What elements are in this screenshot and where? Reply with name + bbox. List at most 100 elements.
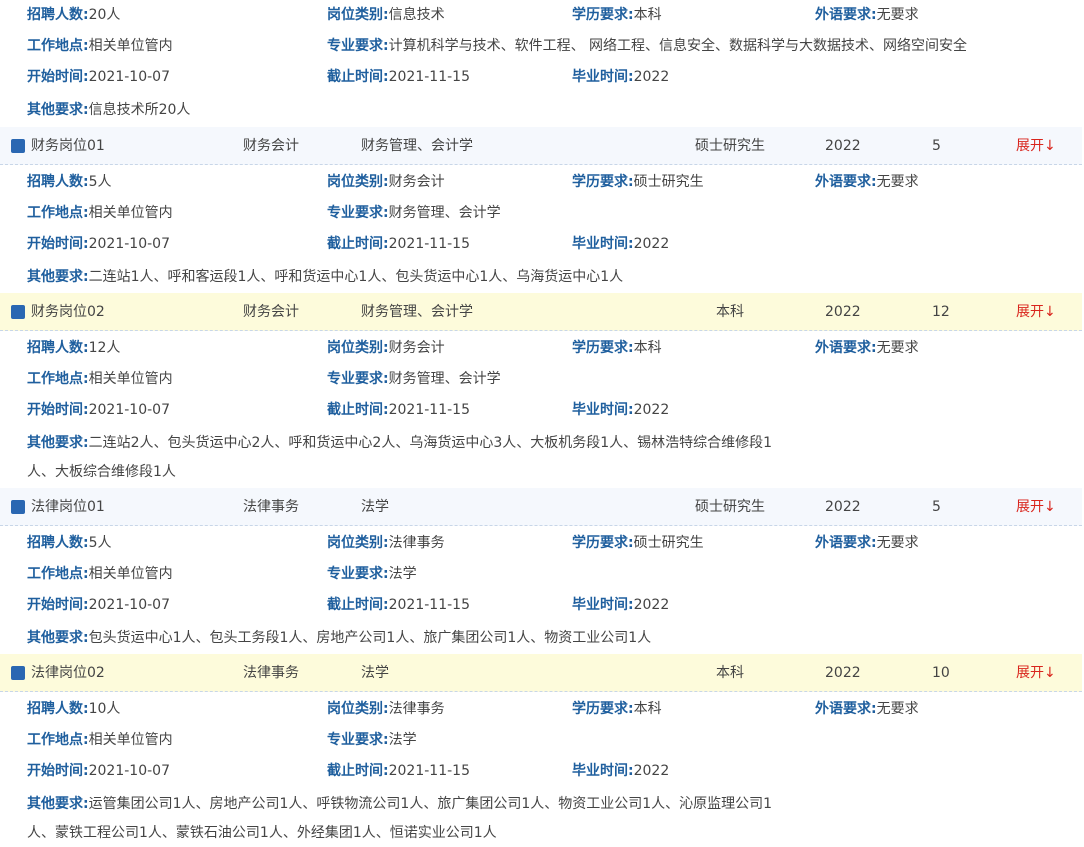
detail-field-other-continued: 人、大板综合维修段1人 <box>27 464 176 480</box>
field-label: 专业要求: <box>327 371 389 387</box>
field-value: 财务会计 <box>388 340 445 356</box>
field-value: 硕士研究生 <box>633 535 704 551</box>
expand-toggle-button[interactable]: 展开↓ <box>1016 136 1056 156</box>
detail-field-start: 开始时间:2021-10-07 <box>27 761 170 781</box>
position-year: 2022 <box>825 665 861 681</box>
position-education: 本科 <box>716 665 744 681</box>
field-value: 无要求 <box>876 174 919 190</box>
field-label: 专业要求: <box>327 566 389 582</box>
position-count: 12 <box>932 304 950 320</box>
field-label: 学历要求: <box>572 174 634 190</box>
expand-toggle-button[interactable]: 展开↓ <box>1016 663 1056 683</box>
position-name: 法律岗位01 <box>31 499 105 515</box>
detail-field-major: 专业要求:法学 <box>327 730 417 750</box>
field-value: 信息技术所20人 <box>88 102 191 118</box>
field-value: 本科 <box>633 701 662 717</box>
field-label: 开始时间: <box>27 69 89 85</box>
field-value: 法律事务 <box>388 701 445 717</box>
position-category: 财务会计 <box>243 138 299 154</box>
field-value: 2021-10-07 <box>88 236 170 252</box>
field-value: 本科 <box>633 7 662 23</box>
detail-field-category: 岗位类别:法律事务 <box>327 533 445 553</box>
field-value: 二连站2人、包头货运中心2人、呼和货运中心2人、乌海货运中心3人、大板机务段1人… <box>88 435 773 451</box>
detail-field-graduation: 毕业时间:2022 <box>572 400 669 420</box>
field-value: 5人 <box>88 535 112 551</box>
detail-field-education: 学历要求:硕士研究生 <box>572 172 704 192</box>
detail-field-location: 工作地点:相关单位管内 <box>27 564 173 584</box>
field-label: 毕业时间: <box>572 402 634 418</box>
field-label: 岗位类别: <box>327 174 389 190</box>
detail-field-end: 截止时间:2021-11-15 <box>327 595 470 615</box>
field-label: 专业要求: <box>327 38 389 54</box>
field-value: 2022 <box>633 69 670 85</box>
detail-field-language: 外语要求:无要求 <box>815 172 919 192</box>
field-value: 2022 <box>633 236 670 252</box>
field-value: 无要求 <box>876 7 919 23</box>
field-value: 相关单位管内 <box>88 205 173 221</box>
expand-toggle-button[interactable]: 展开↓ <box>1016 497 1056 517</box>
detail-field-location: 工作地点:相关单位管内 <box>27 36 173 56</box>
field-label: 招聘人数: <box>27 535 89 551</box>
field-value: 2021-10-07 <box>88 69 170 85</box>
detail-field-major: 专业要求:计算机科学与技术、软件工程、 网络工程、信息安全、数据科学与大数据技术… <box>327 36 967 56</box>
field-value: 2022 <box>633 402 670 418</box>
detail-field-language: 外语要求:无要求 <box>815 338 919 358</box>
detail-field-other: 其他要求:包头货运中心1人、包头工务段1人、房地产公司1人、旅广集团公司1人、物… <box>27 628 651 648</box>
field-label: 毕业时间: <box>572 597 634 613</box>
position-major: 财务管理、会计学 <box>361 138 473 154</box>
detail-field-end: 截止时间:2021-11-15 <box>327 67 470 87</box>
detail-field-other: 其他要求:运管集团公司1人、房地产公司1人、呼铁物流公司1人、旅广集团公司1人、… <box>27 794 772 814</box>
position-row: 财务岗位02 财务会计 财务管理、会计学 本科 2022 12 展开↓ <box>0 293 1082 331</box>
detail-field-major: 专业要求:财务管理、会计学 <box>327 369 501 389</box>
detail-field-count: 招聘人数:12人 <box>27 338 120 358</box>
field-label: 截止时间: <box>327 236 389 252</box>
position-major: 法学 <box>361 665 389 681</box>
detail-field-other: 其他要求:二连站2人、包头货运中心2人、呼和货运中心2人、乌海货运中心3人、大板… <box>27 433 772 453</box>
field-label: 工作地点: <box>27 205 89 221</box>
position-major: 财务管理、会计学 <box>361 304 473 320</box>
field-value: 2021-11-15 <box>388 763 470 779</box>
field-label: 开始时间: <box>27 236 89 252</box>
expand-toggle-button[interactable]: 展开↓ <box>1016 302 1056 322</box>
field-value: 法律事务 <box>388 535 445 551</box>
detail-field-count: 招聘人数:5人 <box>27 172 112 192</box>
position-row: 法律岗位01 法律事务 法学 硕士研究生 2022 5 展开↓ <box>0 488 1082 526</box>
position-year: 2022 <box>825 499 861 515</box>
detail-field-category: 岗位类别:财务会计 <box>327 338 445 358</box>
position-count: 5 <box>932 138 941 154</box>
position-row: 法律岗位02 法律事务 法学 本科 2022 10 展开↓ <box>0 654 1082 692</box>
field-label: 截止时间: <box>327 763 389 779</box>
square-bullet-icon <box>11 305 25 319</box>
field-label: 招聘人数: <box>27 340 89 356</box>
field-value: 财务会计 <box>388 174 445 190</box>
detail-field-end: 截止时间:2021-11-15 <box>327 761 470 781</box>
detail-field-education: 学历要求:硕士研究生 <box>572 533 704 553</box>
position-education: 硕士研究生 <box>695 138 765 154</box>
field-value: 法学 <box>388 732 417 748</box>
detail-field-language: 外语要求:无要求 <box>815 5 919 25</box>
field-label: 其他要求: <box>27 630 89 646</box>
field-value: 2021-11-15 <box>388 69 470 85</box>
detail-field-start: 开始时间:2021-10-07 <box>27 595 170 615</box>
detail-field-category: 岗位类别:信息技术 <box>327 5 445 25</box>
field-value: 无要求 <box>876 340 919 356</box>
field-value: 财务管理、会计学 <box>388 205 501 221</box>
field-label: 外语要求: <box>815 535 877 551</box>
field-label: 工作地点: <box>27 732 89 748</box>
field-value: 5人 <box>88 174 112 190</box>
position-count: 10 <box>932 665 950 681</box>
field-label: 招聘人数: <box>27 7 89 23</box>
field-label: 学历要求: <box>572 7 634 23</box>
field-label: 其他要求: <box>27 102 89 118</box>
field-label: 外语要求: <box>815 7 877 23</box>
field-value: 财务管理、会计学 <box>388 371 501 387</box>
detail-field-end: 截止时间:2021-11-15 <box>327 234 470 254</box>
position-name: 法律岗位02 <box>31 665 105 681</box>
field-value: 20人 <box>88 7 121 23</box>
field-value: 2021-11-15 <box>388 402 470 418</box>
field-value: 信息技术 <box>388 7 445 23</box>
field-label: 其他要求: <box>27 435 89 451</box>
field-label: 开始时间: <box>27 402 89 418</box>
position-name: 财务岗位02 <box>31 304 105 320</box>
detail-field-graduation: 毕业时间:2022 <box>572 67 669 87</box>
